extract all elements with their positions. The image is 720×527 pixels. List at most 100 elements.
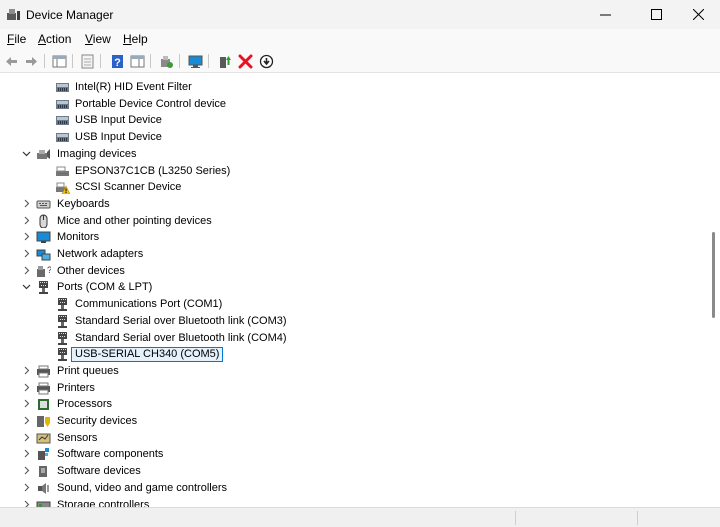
tree-category[interactable]: Printers bbox=[22, 380, 707, 397]
tree-device[interactable]: USB-SERIAL CH340 (COM5) bbox=[40, 346, 707, 363]
tree-device[interactable]: Standard Serial over Bluetooth link (COM… bbox=[40, 330, 707, 347]
chevron-right-icon[interactable] bbox=[22, 416, 31, 425]
svg-text:?: ? bbox=[47, 265, 51, 275]
hid-icon bbox=[56, 116, 69, 126]
chevron-right-icon[interactable] bbox=[22, 500, 31, 508]
tree-item-label: Processors bbox=[57, 398, 113, 411]
tree-device[interactable]: SCSI Scanner Device bbox=[40, 179, 707, 196]
update-driver-button[interactable] bbox=[157, 52, 175, 70]
sensor-icon bbox=[36, 433, 51, 444]
tree-device[interactable]: USB Input Device bbox=[40, 112, 707, 129]
tree-category[interactable]: Software components bbox=[22, 446, 707, 463]
chevron-down-icon[interactable] bbox=[22, 149, 31, 158]
window-title: Device Manager bbox=[26, 8, 114, 22]
minimize-button[interactable] bbox=[582, 0, 628, 29]
chevron-right-icon[interactable] bbox=[22, 449, 31, 458]
chevron-right-icon[interactable] bbox=[22, 383, 31, 392]
tree-item-label: Keyboards bbox=[57, 197, 110, 210]
tree-category[interactable]: Print queues bbox=[22, 363, 707, 380]
tree-category[interactable]: Security devices bbox=[22, 413, 707, 430]
tree-category[interactable]: ? Other devices bbox=[22, 263, 707, 280]
chevron-right-icon[interactable] bbox=[22, 466, 31, 475]
tree-item-label: Storage controllers bbox=[57, 498, 150, 508]
tree-item-label: Software components bbox=[57, 448, 164, 461]
tree-category[interactable]: Network adapters bbox=[22, 246, 707, 263]
status-divider bbox=[637, 511, 638, 525]
tree-device[interactable]: Communications Port (COM1) bbox=[40, 296, 707, 313]
action-pane-button[interactable] bbox=[128, 52, 146, 70]
download-icon bbox=[259, 54, 273, 68]
tree-device[interactable]: Standard Serial over Bluetooth link (COM… bbox=[40, 313, 707, 330]
properties-button[interactable] bbox=[78, 52, 96, 70]
chevron-right-icon[interactable] bbox=[22, 483, 31, 492]
help-icon: ? bbox=[111, 54, 123, 69]
properties-icon bbox=[81, 54, 93, 68]
tree-item-label: Monitors bbox=[57, 231, 100, 244]
tree-item-label: Other devices bbox=[57, 264, 125, 277]
chevron-right-icon[interactable] bbox=[22, 232, 31, 241]
tree-category[interactable]: Mice and other pointing devices bbox=[22, 213, 707, 230]
menu-view[interactable]: View bbox=[85, 32, 111, 46]
tree-device[interactable]: Intel(R) HID Event Filter bbox=[40, 79, 707, 96]
security-icon bbox=[37, 416, 50, 427]
action-pane-icon bbox=[130, 55, 144, 67]
tree-device[interactable]: Portable Device Control device bbox=[40, 96, 707, 113]
tree-category[interactable]: Keyboards bbox=[22, 196, 707, 213]
menu-action[interactable]: Action bbox=[38, 32, 71, 46]
tree-item-label: SCSI Scanner Device bbox=[75, 181, 182, 194]
help-button[interactable]: ? bbox=[108, 52, 126, 70]
toolbar-separator bbox=[208, 54, 209, 68]
tree-category[interactable]: Sound, video and game controllers bbox=[22, 480, 707, 497]
chevron-right-icon[interactable] bbox=[22, 199, 31, 208]
tree-category[interactable]: Monitors bbox=[22, 229, 707, 246]
scanner-warning-icon bbox=[56, 182, 70, 195]
toolbar-separator bbox=[100, 54, 101, 68]
menu-help[interactable]: Help bbox=[123, 32, 148, 46]
scanner-icon bbox=[56, 166, 69, 176]
close-icon bbox=[692, 9, 704, 20]
tree-category[interactable]: Processors bbox=[22, 396, 707, 413]
tree-item-label: Network adapters bbox=[57, 248, 144, 260]
chevron-right-icon[interactable] bbox=[22, 366, 31, 375]
scrollbar-thumb[interactable] bbox=[712, 232, 715, 318]
chevron-right-icon[interactable] bbox=[22, 216, 31, 225]
maximize-icon bbox=[650, 9, 662, 20]
vertical-scrollbar[interactable] bbox=[707, 74, 720, 507]
forward-button[interactable] bbox=[22, 52, 40, 70]
tree-item-label: Software devices bbox=[57, 465, 141, 478]
port-icon bbox=[58, 331, 67, 345]
tree-category[interactable]: Storage controllers bbox=[22, 497, 707, 508]
svg-text:?: ? bbox=[114, 57, 121, 69]
tree-item-label: Portable Device Control device bbox=[75, 97, 227, 110]
chevron-right-icon[interactable] bbox=[22, 249, 31, 258]
enable-device-icon bbox=[219, 55, 231, 68]
tree-category[interactable]: Imaging devices bbox=[22, 146, 707, 163]
scan-hardware-icon bbox=[188, 55, 202, 68]
tree-category[interactable]: Sensors bbox=[22, 430, 707, 447]
tree-item-label: Intel(R) HID Event Filter bbox=[75, 81, 192, 93]
show-hide-tree-button[interactable] bbox=[50, 52, 68, 70]
enable-device-button[interactable] bbox=[216, 52, 234, 70]
chevron-right-icon[interactable] bbox=[22, 433, 31, 442]
tree-category[interactable]: Software devices bbox=[22, 463, 707, 480]
chevron-down-icon[interactable] bbox=[22, 282, 31, 291]
tree-item-label: Mice and other pointing devices bbox=[57, 214, 212, 227]
uninstall-device-button[interactable] bbox=[236, 52, 254, 70]
menu-file[interactable]: File bbox=[7, 32, 26, 46]
hid-icon bbox=[56, 99, 69, 109]
close-button[interactable] bbox=[675, 0, 720, 29]
tree-device[interactable]: USB Input Device bbox=[40, 129, 707, 146]
tree-device[interactable]: EPSON37C1CB (L3250 Series) bbox=[40, 163, 707, 180]
tree-category[interactable]: Ports (COM & LPT) bbox=[22, 279, 707, 296]
scan-hardware-button[interactable] bbox=[186, 52, 204, 70]
processor-icon bbox=[38, 399, 49, 411]
toolbar-separator bbox=[44, 54, 45, 68]
tree-item-label: USB-SERIAL CH340 (COM5) bbox=[70, 347, 224, 363]
chevron-right-icon[interactable] bbox=[22, 399, 31, 408]
download-button[interactable] bbox=[257, 52, 275, 70]
back-button[interactable] bbox=[2, 52, 20, 70]
chevron-right-icon[interactable] bbox=[22, 266, 31, 275]
maximize-button[interactable] bbox=[633, 0, 679, 29]
storage-icon bbox=[36, 501, 51, 507]
toolbar-separator bbox=[72, 54, 73, 68]
